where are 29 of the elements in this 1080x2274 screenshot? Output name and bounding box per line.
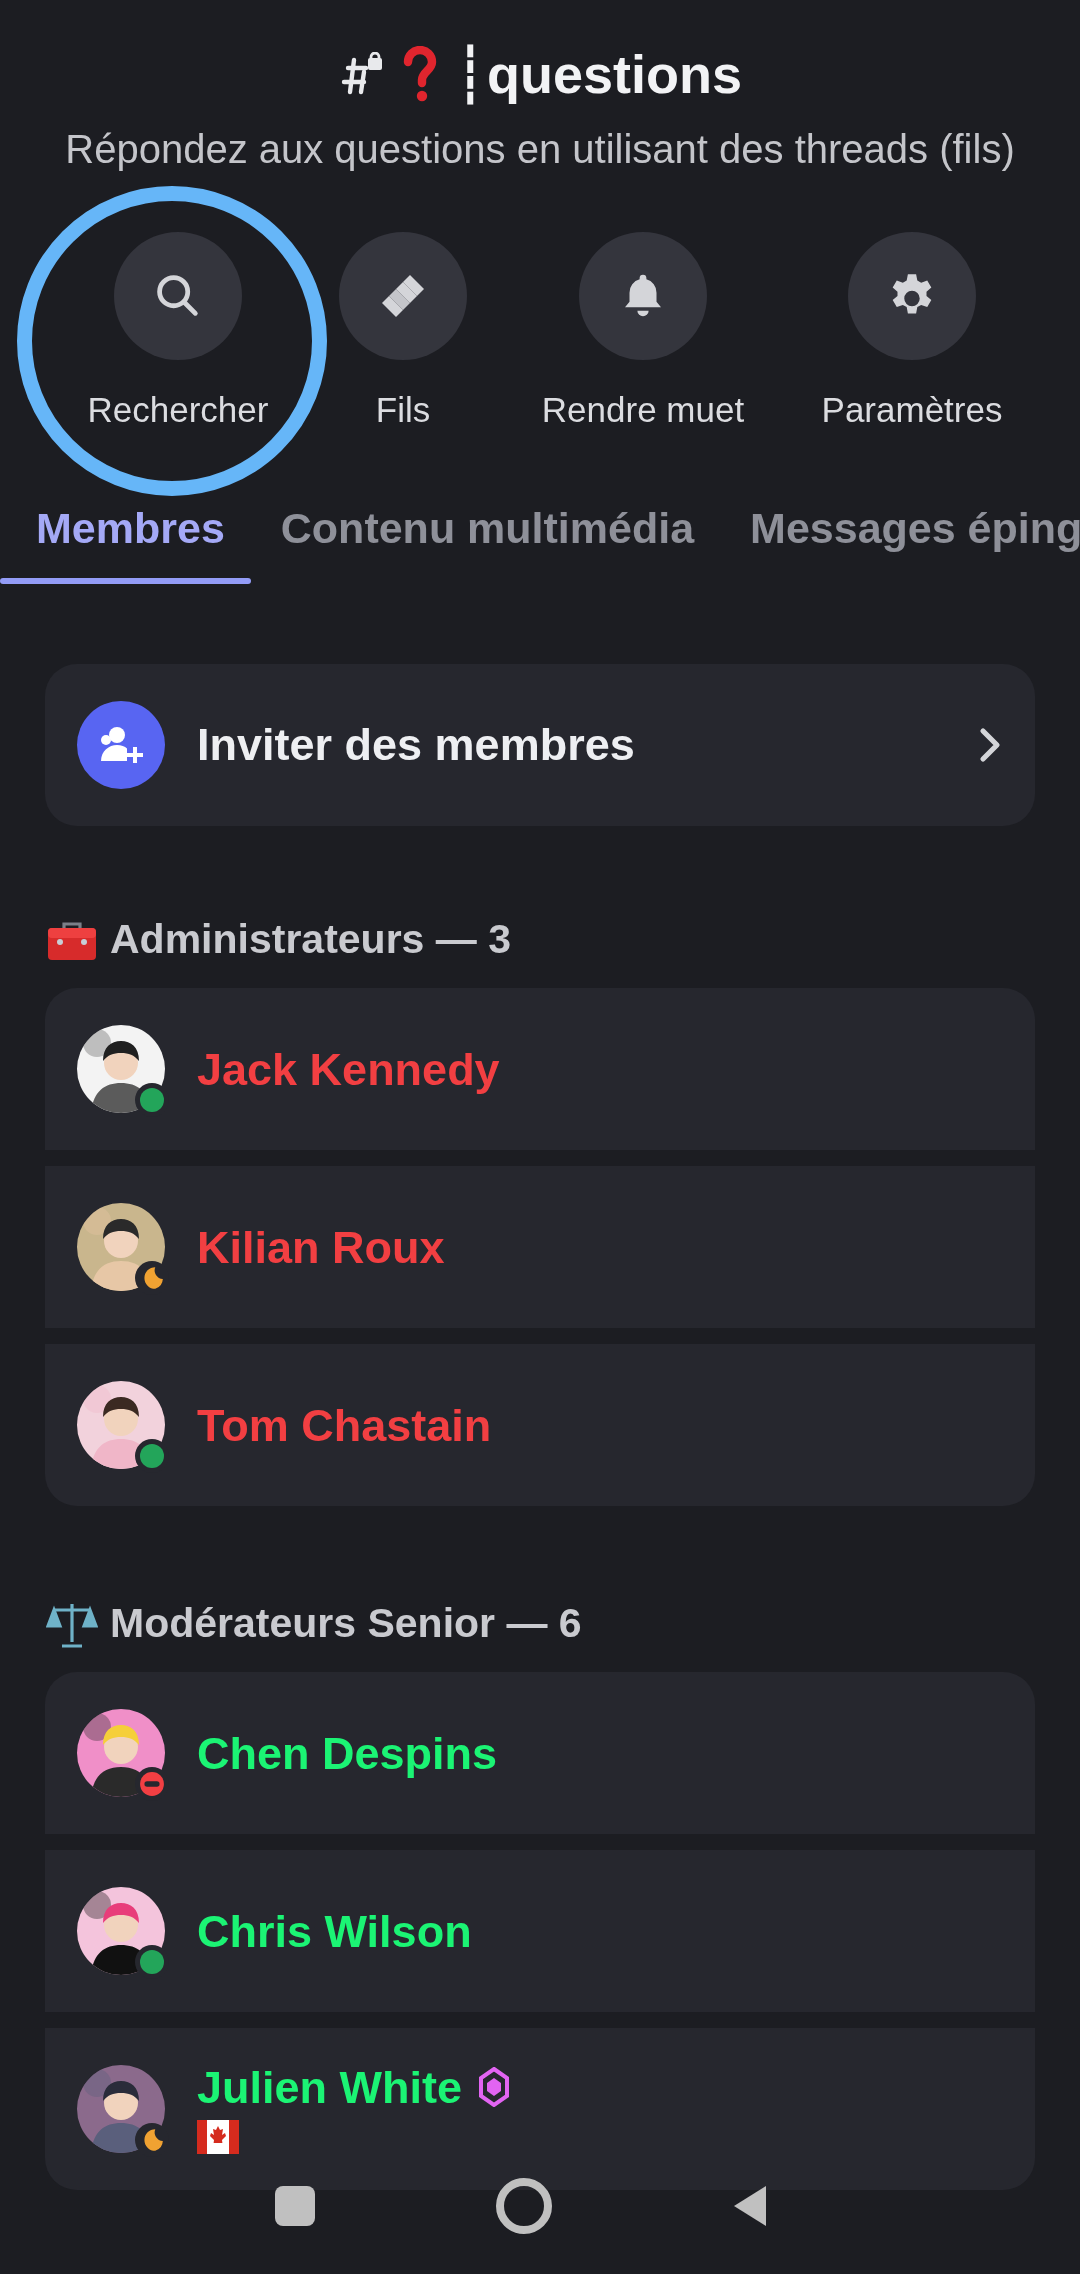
channel-topic: Répondez aux questions en utilisant des threads (fils): [64, 126, 1016, 173]
action-label: Paramètres: [821, 392, 1003, 427]
mute-button[interactable]: Rendre muet: [541, 232, 745, 427]
tab[interactable]: Messages éping: [750, 507, 1080, 550]
member-row[interactable]: Tom Chastain: [45, 1344, 1035, 1506]
member-name: Chen Despins: [197, 1730, 498, 1776]
role-group-header: Modérateurs Senior — 6: [110, 1599, 582, 1649]
member-name: Jack Kennedy: [197, 1046, 500, 1092]
action-label: Rendre muet: [541, 392, 745, 427]
member-row[interactable]: Chris Wilson: [45, 1850, 1035, 2012]
invite-members-button[interactable]: Inviter des membres: [45, 664, 1035, 826]
member-name: Chris Wilson: [197, 1908, 472, 1954]
home-button[interactable]: [496, 2178, 552, 2234]
member-name: Tom Chastain: [197, 1402, 492, 1448]
threads-button[interactable]: Fils: [339, 232, 467, 427]
member-row[interactable]: Jack Kennedy: [45, 988, 1035, 1150]
member-row[interactable]: Kilian Roux: [45, 1166, 1035, 1328]
tab[interactable]: Membres: [36, 507, 225, 550]
member-name: Julien White: [197, 2064, 462, 2110]
member-row[interactable]: Julien White: [45, 2028, 1035, 2190]
action-label: Fils: [375, 392, 431, 427]
tab[interactable]: Contenu multimédia: [280, 507, 695, 550]
settings-button[interactable]: Paramètres: [821, 232, 1003, 427]
member-name: Kilian Roux: [197, 1224, 445, 1270]
action-label: Rechercher: [87, 392, 269, 427]
member-row[interactable]: Chen Despins: [45, 1672, 1035, 1834]
role-group-header: Administrateurs — 3: [110, 915, 511, 965]
search-button[interactable]: Rechercher: [87, 232, 269, 427]
recent-apps-button[interactable]: [275, 2186, 315, 2226]
